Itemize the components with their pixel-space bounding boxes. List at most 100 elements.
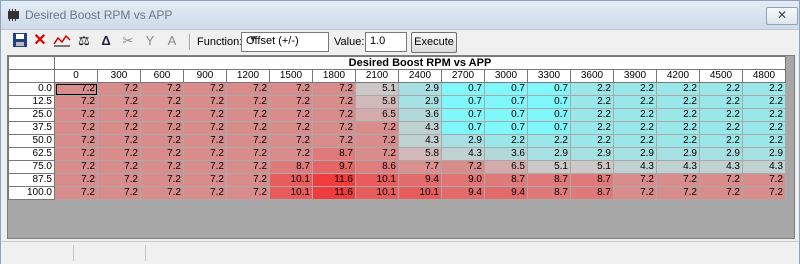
- table-cell[interactable]: 7.2: [699, 173, 743, 187]
- table-cell[interactable]: 9.7: [312, 160, 356, 174]
- column-header[interactable]: 4800: [742, 69, 786, 83]
- graph-icon[interactable]: [53, 32, 71, 50]
- table-cell[interactable]: 7.2: [97, 95, 141, 109]
- table-cell[interactable]: 8.6: [355, 160, 399, 174]
- table-cell[interactable]: 7.2: [97, 121, 141, 135]
- table-cell[interactable]: 9.4: [398, 173, 442, 187]
- table-cell[interactable]: 7.2: [355, 121, 399, 135]
- table-cell[interactable]: 2.2: [699, 121, 743, 135]
- column-header[interactable]: 0: [54, 69, 98, 83]
- table-cell[interactable]: 7.2: [140, 173, 184, 187]
- column-header[interactable]: 300: [97, 69, 141, 83]
- column-header[interactable]: 2700: [441, 69, 485, 83]
- table-cell[interactable]: 2.2: [742, 121, 786, 135]
- table-cell[interactable]: 7.2: [226, 173, 270, 187]
- table-cell[interactable]: 7.2: [269, 147, 313, 161]
- table-cell[interactable]: 7.2: [183, 134, 227, 148]
- table-cell[interactable]: 7.2: [97, 160, 141, 174]
- table-cell[interactable]: 7.2: [140, 82, 184, 96]
- table-cell[interactable]: 0.7: [484, 95, 528, 109]
- column-header[interactable]: 4200: [656, 69, 700, 83]
- table-cell[interactable]: 10.1: [355, 173, 399, 187]
- table-cell[interactable]: 2.2: [570, 95, 614, 109]
- table-cell[interactable]: 10.1: [355, 186, 399, 200]
- table-cell[interactable]: 7.2: [97, 108, 141, 122]
- table-cell[interactable]: 7.2: [97, 147, 141, 161]
- table-cell[interactable]: 4.3: [742, 160, 786, 174]
- table-cell[interactable]: 2.9: [441, 134, 485, 148]
- table-cell[interactable]: 7.2: [355, 147, 399, 161]
- value-input[interactable]: 1.0: [365, 32, 407, 52]
- table-cell[interactable]: 4.3: [613, 160, 657, 174]
- table-cell[interactable]: 8.7: [570, 173, 614, 187]
- fork-icon[interactable]: Y: [141, 32, 159, 50]
- table-cell[interactable]: 2.2: [570, 82, 614, 96]
- table-cell[interactable]: 5.8: [355, 95, 399, 109]
- table-cell[interactable]: 0.7: [484, 108, 528, 122]
- table-cell[interactable]: 7.2: [183, 82, 227, 96]
- row-header[interactable]: 75.0: [8, 160, 55, 174]
- table-cell[interactable]: 7.2: [54, 95, 98, 109]
- row-header[interactable]: 25.0: [8, 108, 55, 122]
- column-header[interactable]: 3600: [570, 69, 614, 83]
- table-cell[interactable]: 6.5: [484, 160, 528, 174]
- table-cell[interactable]: 7.2: [140, 160, 184, 174]
- table-cell[interactable]: 7.2: [97, 186, 141, 200]
- table-cell[interactable]: 0.7: [527, 108, 571, 122]
- table-cell[interactable]: 7.2: [312, 108, 356, 122]
- table-cell[interactable]: 7.2: [54, 147, 98, 161]
- table-cell[interactable]: 4.3: [656, 160, 700, 174]
- table-cell[interactable]: 0.7: [441, 121, 485, 135]
- column-header[interactable]: 1500: [269, 69, 313, 83]
- title-bar[interactable]: Desired Boost RPM vs APP ✕: [1, 1, 799, 30]
- table-cell[interactable]: 7.2: [269, 95, 313, 109]
- save-icon[interactable]: [11, 32, 29, 50]
- table-cell[interactable]: 7.2: [656, 186, 700, 200]
- compass-icon[interactable]: Δ: [97, 32, 115, 50]
- table-cell[interactable]: 7.2: [183, 160, 227, 174]
- table-cell[interactable]: 9.4: [441, 186, 485, 200]
- table-cell[interactable]: 8.7: [269, 160, 313, 174]
- column-header[interactable]: 3000: [484, 69, 528, 83]
- table-cell[interactable]: 7.2: [183, 147, 227, 161]
- table-cell[interactable]: 7.2: [312, 95, 356, 109]
- delete-icon[interactable]: ✕: [31, 32, 49, 50]
- table-cell[interactable]: 7.2: [97, 173, 141, 187]
- table-cell[interactable]: 5.8: [398, 147, 442, 161]
- table-cell[interactable]: 7.2: [226, 82, 270, 96]
- table-cell[interactable]: 7.2: [97, 134, 141, 148]
- table-cell[interactable]: 2.2: [699, 95, 743, 109]
- table-cell[interactable]: 2.2: [742, 108, 786, 122]
- table-cell[interactable]: 7.2: [97, 82, 141, 96]
- table-cell[interactable]: 7.2: [183, 108, 227, 122]
- table-cell[interactable]: 2.9: [398, 95, 442, 109]
- table-cell[interactable]: 2.2: [484, 134, 528, 148]
- table-cell[interactable]: 2.2: [613, 108, 657, 122]
- table-cell[interactable]: 7.2: [269, 108, 313, 122]
- table-cell[interactable]: 2.2: [699, 108, 743, 122]
- row-header[interactable]: 0.0: [8, 82, 55, 96]
- table-cell[interactable]: 5.1: [570, 160, 614, 174]
- table-cell[interactable]: 2.2: [656, 134, 700, 148]
- table-cell[interactable]: 7.2: [742, 186, 786, 200]
- table-cell[interactable]: 7.2: [613, 173, 657, 187]
- table-cell[interactable]: 7.2: [312, 82, 356, 96]
- balance-icon[interactable]: ⚖: [75, 32, 93, 50]
- column-header[interactable]: 1800: [312, 69, 356, 83]
- table-cell[interactable]: 0.7: [441, 108, 485, 122]
- table-cell[interactable]: 2.2: [699, 82, 743, 96]
- table-cell[interactable]: 2.9: [656, 147, 700, 161]
- table-cell[interactable]: 8.7: [570, 186, 614, 200]
- table-cell[interactable]: 0.7: [527, 121, 571, 135]
- table-cell[interactable]: 4.3: [441, 147, 485, 161]
- table-cell[interactable]: 10.1: [398, 186, 442, 200]
- table-cell[interactable]: 7.2: [183, 95, 227, 109]
- table-cell[interactable]: 0.7: [441, 95, 485, 109]
- table-cell[interactable]: 2.2: [613, 121, 657, 135]
- table-cell[interactable]: 7.2: [140, 134, 184, 148]
- column-header[interactable]: 600: [140, 69, 184, 83]
- table-cell[interactable]: 2.9: [699, 147, 743, 161]
- table-cell[interactable]: 7.2: [54, 134, 98, 148]
- table-cell[interactable]: 2.2: [742, 134, 786, 148]
- table-cell[interactable]: 2.2: [656, 121, 700, 135]
